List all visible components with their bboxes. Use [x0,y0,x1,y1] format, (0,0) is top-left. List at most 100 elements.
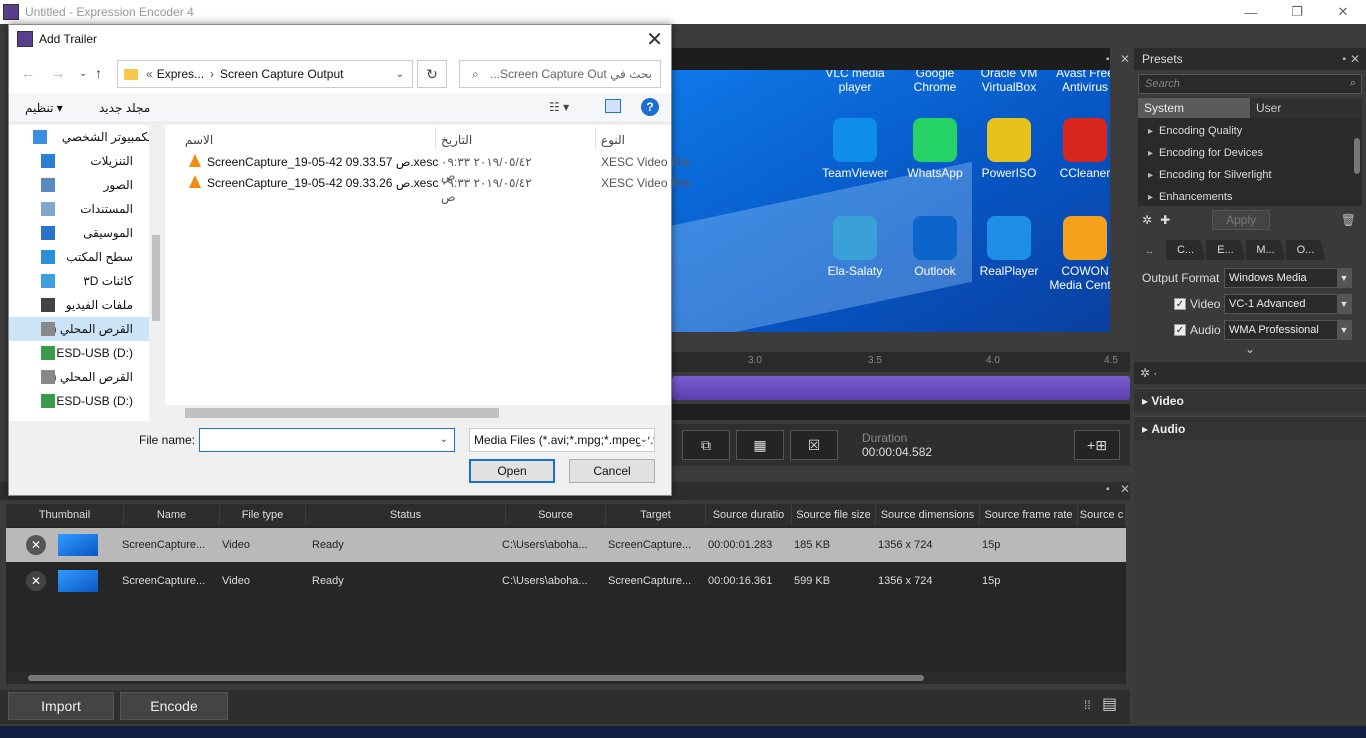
scrollbar[interactable] [1354,138,1360,174]
close-icon[interactable]: ✕ [1120,52,1130,66]
column-header[interactable]: Source [506,504,606,526]
trash-icon[interactable]: 🗑 [1341,213,1356,227]
column-header[interactable]: File type [220,504,306,526]
preset-group[interactable]: Enhancements [1138,186,1362,208]
scrollbar-thumb[interactable] [152,235,160,321]
video-preview[interactable]: VLC media player Google Chrome Oracle VM V… [672,70,1110,332]
breadcrumb-item[interactable]: Screen Capture Output [220,67,343,81]
up-arrow-icon[interactable]: ↑ [95,65,102,81]
column-date[interactable]: التاريخ [441,133,472,147]
tab-clips[interactable]: C... [1166,240,1206,260]
chevron-down-icon[interactable]: ⌄ [440,434,448,445]
encode-button[interactable]: Encode [120,692,228,720]
grid-view-icon[interactable]: ⁞⁞ [1084,698,1091,712]
organize-button[interactable]: تنظيم ▾ [25,101,63,115]
remove-icon[interactable]: ✕ [26,571,46,591]
file-name-input[interactable]: ⌄ [199,428,455,452]
timeline-clip[interactable] [672,376,1130,400]
forward-arrow-icon[interactable]: → [51,65,65,81]
tab-output[interactable]: O... [1286,240,1326,260]
audio-section[interactable]: ▸ Audio [1134,416,1366,440]
column-header[interactable]: Source frame rate [980,504,1078,526]
column-header[interactable]: Thumbnail [6,504,124,526]
maximize-button[interactable]: ❐ [1274,0,1320,24]
file-type-select[interactable]: Media Files (*.avi;*.mpg;*.mpeg;*.wmv) ⌄ [469,428,655,452]
dialog-search-input[interactable]: بحث في Screen Capture Out... ⌕ [459,60,661,88]
scrollbar-thumb[interactable] [28,675,924,681]
address-bar[interactable]: « Expres... › Screen Capture Output ⌄ [117,60,413,88]
column-separator[interactable] [435,127,436,149]
back-arrow-icon[interactable]: ← [21,65,35,81]
nav-item[interactable]: كائنات ٣D [9,269,163,293]
audio-checkbox[interactable]: ✓ [1174,324,1186,336]
gear-icon[interactable]: ✲ [1142,213,1152,227]
nav-item[interactable]: القرص المحلي (C: [9,317,163,341]
tab-system[interactable]: System [1138,98,1250,118]
tab-more[interactable]: .. [1134,240,1166,260]
column-header[interactable]: Status [306,504,506,526]
column-header[interactable]: Source dimensions [876,504,980,526]
breadcrumb-item[interactable]: Expres... [157,67,204,81]
nav-item[interactable]: الموسيقى [9,221,163,245]
preset-group[interactable]: Encoding Quality [1138,120,1362,142]
timeline-ruler[interactable]: 3.0 3.5 4.0 4.5 [672,352,1130,372]
close-icon[interactable]: ✕ [1350,52,1360,66]
open-button[interactable]: Open [469,459,555,483]
preset-group[interactable]: Encoding for Silverlight [1138,164,1362,186]
tab-metadata[interactable]: M... [1246,240,1286,260]
nav-scrollbar[interactable] [149,125,163,421]
presets-search-input[interactable]: Search ⌕ [1138,74,1362,94]
column-header[interactable]: Source file size [792,504,876,526]
close-icon[interactable]: ✕ [1120,482,1130,496]
add-marker-icon[interactable]: +⊞ [1074,430,1120,460]
column-header[interactable]: Target [606,504,706,526]
nav-item[interactable]: القرص المحلي (E: [9,365,163,389]
column-separator[interactable] [595,127,596,149]
view-options-icon[interactable]: ☷ ▾ [549,100,569,114]
collapse-toggle[interactable]: ⌄ [1134,342,1366,362]
list-view-icon[interactable]: ▤ [1102,694,1117,714]
close-button[interactable]: ✕ [1320,0,1366,24]
nav-item[interactable]: ESD-USB (D:) [9,389,163,413]
column-header[interactable]: Source duratio [706,504,792,526]
file-row[interactable]: ScreenCapture_19-05-42 09.33.57 ص.xesc ٢٠… [165,151,690,183]
close-icon[interactable]: ✕ [646,27,663,52]
audio-codec-select[interactable]: WMA Professional ▼ [1224,320,1352,340]
remove-clip-icon[interactable]: ☒ [790,430,838,460]
help-icon[interactable]: ? [641,98,659,116]
scrollbar-thumb[interactable] [185,408,499,418]
nav-item[interactable]: سطح المكتب [9,245,163,269]
timeline-scrollbar[interactable] [672,404,1130,420]
preview-pane-icon[interactable] [605,99,621,113]
nav-item[interactable]: التنزيلات [9,149,163,173]
column-type[interactable]: النوع [601,133,625,147]
minimize-button[interactable]: — [1228,0,1274,24]
chevron-down-icon[interactable]: ⌄ [396,69,404,80]
chevron-right-icon[interactable]: › [210,67,214,81]
remove-icon[interactable]: ✕ [26,535,46,555]
new-folder-button[interactable]: مجلد جديد [99,101,150,115]
video-checkbox[interactable]: ✓ [1174,298,1186,310]
plus-icon[interactable]: ✚ [1160,213,1170,227]
file-row[interactable]: ScreenCapture_19-05-42 09.33.26 ص.xesc ٢٠… [165,172,690,204]
file-scrollbar[interactable] [165,405,671,421]
split-icon[interactable]: ⧉ [682,430,730,460]
preset-group[interactable]: Encoding for Devices [1138,142,1362,164]
output-format-select[interactable]: Windows Media ▼ [1224,268,1352,288]
column-header[interactable]: Name [124,504,220,526]
video-codec-select[interactable]: VC-1 Advanced ▼ [1224,294,1352,314]
import-button[interactable]: Import [8,692,114,720]
nav-item[interactable]: الكمبيوتر الشخصي [9,125,163,149]
film-strip-icon[interactable]: ▦ [736,430,784,460]
tab-user[interactable]: User [1250,98,1362,118]
column-name[interactable]: الاسم [185,133,213,147]
media-row[interactable]: ✕ ScreenCapture... Video Ready C:\Users\… [6,564,1126,598]
cancel-button[interactable]: Cancel [569,459,655,483]
refresh-icon[interactable]: ↻ [417,60,447,88]
pin-icon[interactable]: ▪ [1106,54,1110,65]
nav-item[interactable]: المستندات [9,197,163,221]
apply-button[interactable]: Apply [1212,210,1271,230]
overflow-chevron-icon[interactable]: « [146,67,153,81]
pin-icon[interactable]: ▪ [1342,54,1346,65]
nav-item[interactable]: ESD-USB (D:) [9,341,163,365]
